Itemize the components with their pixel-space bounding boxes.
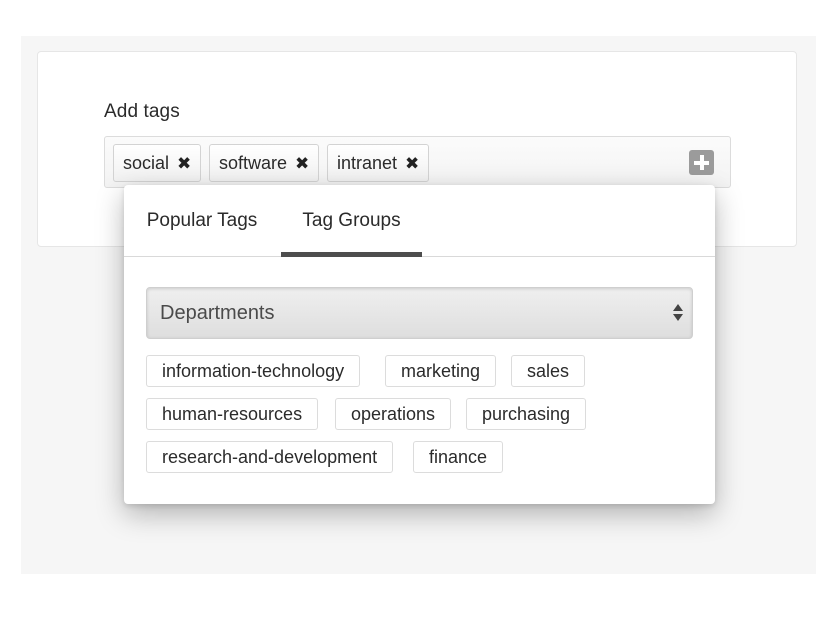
close-icon[interactable]: ✖: [295, 155, 309, 172]
tag-chip-intranet: intranet ✖: [327, 144, 430, 182]
tag-input[interactable]: social ✖ software ✖ intranet ✖: [104, 136, 731, 188]
group-tag-operations[interactable]: operations: [335, 398, 452, 430]
group-tag-information-technology[interactable]: information-technology: [146, 355, 361, 387]
field-label: Add tags: [104, 101, 180, 122]
tab-popular-tags[interactable]: Popular Tags: [124, 185, 280, 256]
tag-chip-label: intranet: [337, 152, 398, 173]
tag-group-select[interactable]: Departments: [146, 287, 693, 339]
close-icon[interactable]: ✖: [177, 155, 191, 172]
tag-chip-software: software ✖: [209, 144, 320, 182]
tag-chip-social: social ✖: [113, 144, 202, 182]
tab-tag-groups[interactable]: Tag Groups: [281, 185, 422, 257]
group-tag-human-resources[interactable]: human-resources: [146, 398, 319, 430]
tab-bar: Popular Tags Tag Groups: [124, 185, 715, 257]
close-icon[interactable]: ✖: [405, 155, 419, 172]
group-tag-research-and-development[interactable]: research-and-development: [146, 441, 394, 473]
group-tag-marketing[interactable]: marketing: [385, 355, 497, 387]
tag-picker-popover: Popular Tags Tag Groups Departments info…: [124, 185, 715, 504]
tag-chip-label: social: [123, 152, 170, 173]
plus-square-icon[interactable]: [689, 150, 714, 175]
group-tag-purchasing[interactable]: purchasing: [466, 398, 587, 430]
tag-chip-label: software: [219, 152, 288, 173]
group-tag-sales[interactable]: sales: [511, 355, 586, 387]
select-arrows-icon: [673, 303, 683, 323]
tag-group-select-value: Departments: [160, 302, 275, 324]
group-tag-finance[interactable]: finance: [413, 441, 504, 473]
